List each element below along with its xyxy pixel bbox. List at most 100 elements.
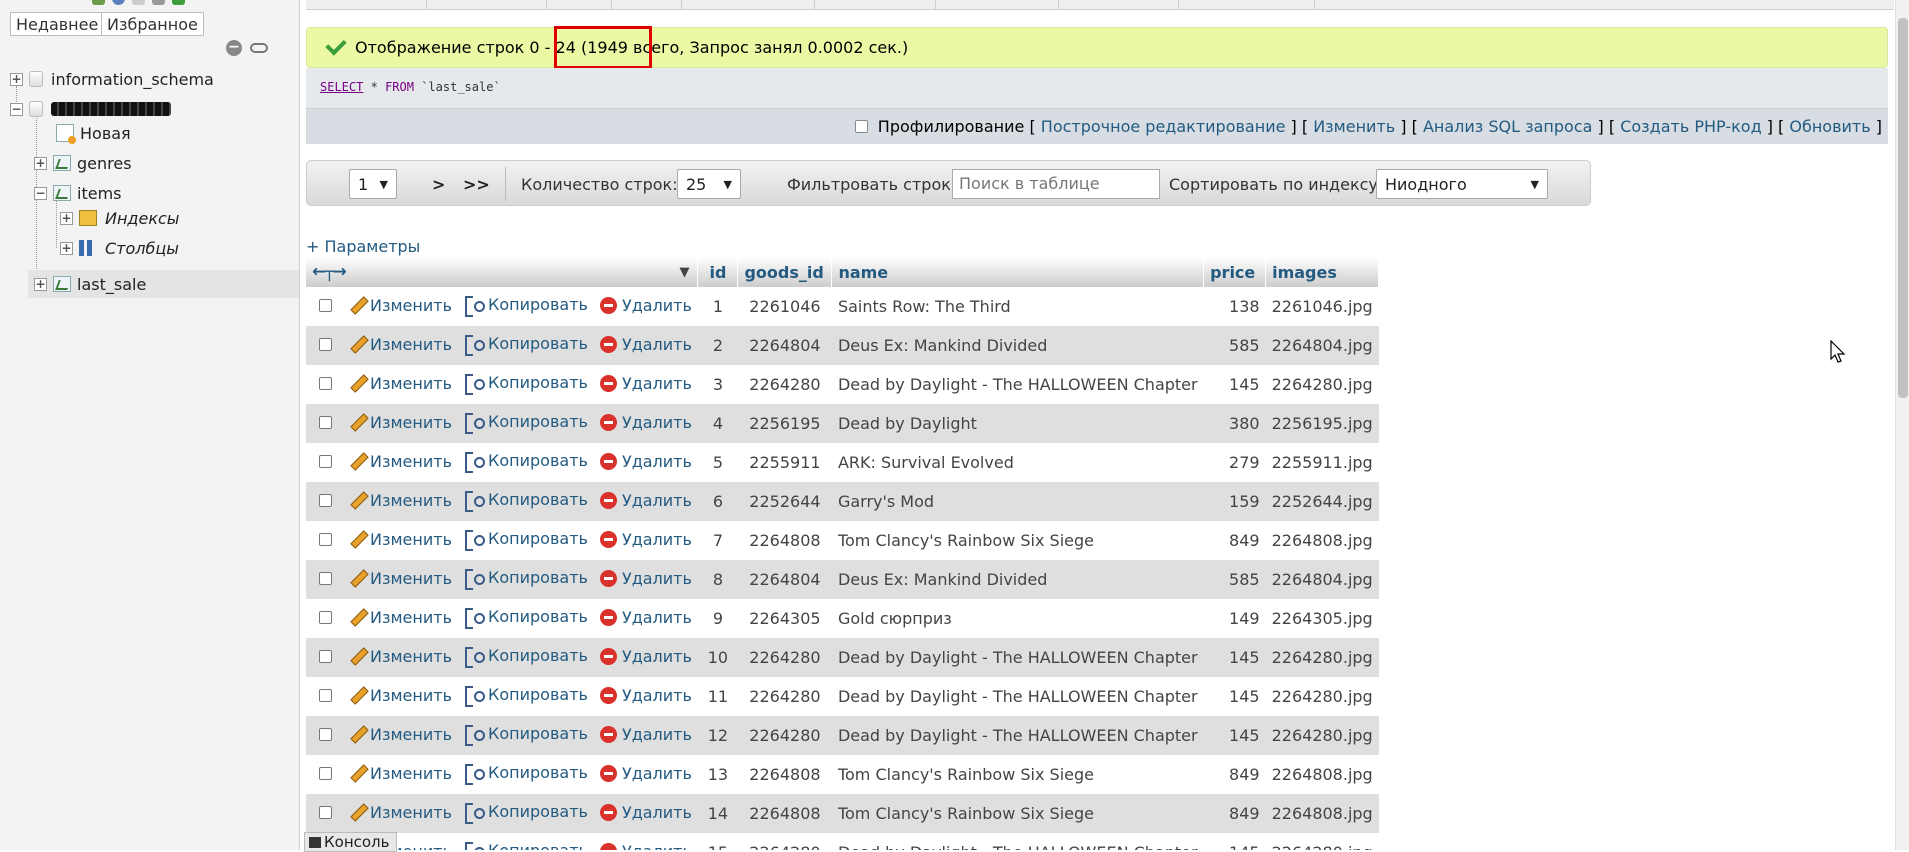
cell-goods-id[interactable]: 2264808 <box>737 794 832 833</box>
cell-images[interactable]: 2264804.jpg <box>1265 326 1379 365</box>
edit-row-button[interactable]: Изменить <box>350 413 452 432</box>
edit-row-button[interactable]: Изменить <box>350 803 452 822</box>
redacted-db-name[interactable] <box>51 102 171 116</box>
cell-goods-id[interactable]: 2264280 <box>737 677 832 716</box>
cell-images[interactable]: 2264280.jpg <box>1265 638 1379 677</box>
cell-goods-id[interactable]: 2264280 <box>737 833 832 850</box>
delete-row-button[interactable]: Удалить <box>599 764 692 783</box>
collapse-icon[interactable]: − <box>34 186 47 200</box>
edit-row-button[interactable]: Изменить <box>350 374 452 393</box>
copy-row-button[interactable]: Копировать <box>464 763 588 785</box>
cell-price[interactable]: 585 <box>1203 326 1266 365</box>
cell-name[interactable]: Dead by Daylight - The HALLOWEEN Chapter <box>831 638 1204 677</box>
cell-images[interactable]: 2264808.jpg <box>1265 755 1379 794</box>
chevron-down-icon[interactable]: ▼ <box>679 265 689 280</box>
cell-id[interactable]: 11 <box>697 677 738 716</box>
tree-db-redacted[interactable]: − <box>10 97 171 121</box>
cell-images[interactable]: 2264280.jpg <box>1265 833 1379 850</box>
cell-price[interactable]: 159 <box>1203 482 1266 521</box>
collapse-all-icon[interactable]: − <box>226 40 242 56</box>
expand-icon[interactable]: + <box>60 211 73 225</box>
cell-id[interactable]: 13 <box>697 755 738 794</box>
recent-tab[interactable]: Недавнее <box>10 12 105 36</box>
cell-images[interactable]: 2264280.jpg <box>1265 677 1379 716</box>
cell-name[interactable]: Tom Clancy's Rainbow Six Siege <box>831 755 1204 794</box>
tree-db-label[interactable]: information_schema <box>51 70 214 89</box>
cell-images[interactable]: 2264280.jpg <box>1265 365 1379 404</box>
cell-name[interactable]: Saints Row: The Third <box>831 287 1204 326</box>
refresh-link[interactable]: Обновить <box>1789 117 1870 136</box>
copy-row-button[interactable]: Копировать <box>464 490 588 512</box>
cell-price[interactable]: 380 <box>1203 404 1266 443</box>
edit-row-button[interactable]: Изменить <box>350 686 452 705</box>
edit-row-button[interactable]: Изменить <box>350 452 452 471</box>
edit-row-button[interactable]: Изменить <box>350 335 452 354</box>
delete-row-button[interactable]: Удалить <box>599 569 692 588</box>
cell-price[interactable]: 279 <box>1203 443 1266 482</box>
cell-id[interactable]: 12 <box>697 716 738 755</box>
delete-row-button[interactable]: Удалить <box>599 725 692 744</box>
cell-id[interactable]: 8 <box>697 560 738 599</box>
cell-name[interactable]: Dead by Daylight - The HALLOWEEN Chapter <box>831 365 1204 404</box>
next-page-button[interactable]: > <box>432 169 445 199</box>
cell-images[interactable]: 2256195.jpg <box>1265 404 1379 443</box>
expand-icon[interactable]: + <box>34 156 47 170</box>
page-select[interactable]: 1 ▼ <box>349 169 397 199</box>
cell-id[interactable]: 2 <box>697 326 738 365</box>
cell-name[interactable]: Dead by Daylight <box>831 404 1204 443</box>
inline-edit-link[interactable]: Построчное редактирование <box>1041 117 1286 136</box>
edit-row-button[interactable]: Изменить <box>350 647 452 666</box>
cell-price[interactable]: 145 <box>1203 677 1266 716</box>
cell-images[interactable]: 2264804.jpg <box>1265 560 1379 599</box>
cell-name[interactable]: Tom Clancy's Rainbow Six Siege <box>831 521 1204 560</box>
cell-goods-id[interactable]: 2255911 <box>737 443 832 482</box>
row-checkbox[interactable] <box>318 728 332 741</box>
cell-id[interactable]: 10 <box>697 638 738 677</box>
link-with-main-icon[interactable] <box>250 43 268 53</box>
edit-row-button[interactable]: Изменить <box>350 530 452 549</box>
cell-images[interactable]: 2252644.jpg <box>1265 482 1379 521</box>
expand-icon[interactable]: + <box>60 241 73 255</box>
copy-row-button[interactable]: Копировать <box>464 841 588 850</box>
copy-row-button[interactable]: Копировать <box>464 412 588 434</box>
delete-row-button[interactable]: Удалить <box>599 335 692 354</box>
delete-row-button[interactable]: Удалить <box>599 452 692 471</box>
row-checkbox[interactable] <box>318 572 332 585</box>
cell-goods-id[interactable]: 2264808 <box>737 521 832 560</box>
cell-price[interactable]: 145 <box>1203 638 1266 677</box>
settings-icon[interactable] <box>152 0 165 5</box>
cell-price[interactable]: 145 <box>1203 365 1266 404</box>
home-icon[interactable] <box>92 0 105 5</box>
copy-row-button[interactable]: Копировать <box>464 373 588 395</box>
cell-id[interactable]: 1 <box>697 287 738 326</box>
console-tab[interactable]: Консоль <box>304 832 397 852</box>
cell-price[interactable]: 849 <box>1203 794 1266 833</box>
cell-id[interactable]: 3 <box>697 365 738 404</box>
copy-row-button[interactable]: Копировать <box>464 568 588 590</box>
expand-icon[interactable]: + <box>34 277 47 291</box>
tree-table-label[interactable]: genres <box>77 154 132 173</box>
copy-row-button[interactable]: Копировать <box>464 451 588 473</box>
cell-name[interactable]: Dead by Daylight - The HALLOWEEN Chapter <box>831 833 1204 850</box>
last-page-button[interactable]: >> <box>463 169 490 199</box>
rows-count-select[interactable]: 25 ▼ <box>677 169 741 199</box>
column-header-id[interactable]: id <box>697 257 739 287</box>
delete-row-button[interactable]: Удалить <box>599 803 692 822</box>
docs-icon[interactable] <box>132 0 145 5</box>
tree-table-genres[interactable]: + genres <box>34 151 132 175</box>
column-header-price[interactable]: price <box>1203 257 1267 287</box>
cell-name[interactable]: Dead by Daylight - The HALLOWEEN Chapter <box>831 677 1204 716</box>
copy-row-button[interactable]: Копировать <box>464 529 588 551</box>
cell-name[interactable]: Tom Clancy's Rainbow Six Siege <box>831 794 1204 833</box>
tree-table-items[interactable]: − items <box>34 181 121 205</box>
cell-goods-id[interactable]: 2264804 <box>737 560 832 599</box>
edit-row-button[interactable]: Изменить <box>350 491 452 510</box>
vertical-scrollbar[interactable] <box>1895 0 1909 850</box>
delete-row-button[interactable]: Удалить <box>599 686 692 705</box>
row-checkbox[interactable] <box>318 416 332 429</box>
row-checkbox[interactable] <box>318 650 332 663</box>
reload-icon[interactable] <box>172 0 185 5</box>
cell-name[interactable]: Gold сюрприз <box>831 599 1204 638</box>
cell-id[interactable]: 14 <box>697 794 738 833</box>
cell-goods-id[interactable]: 2261046 <box>737 287 832 326</box>
